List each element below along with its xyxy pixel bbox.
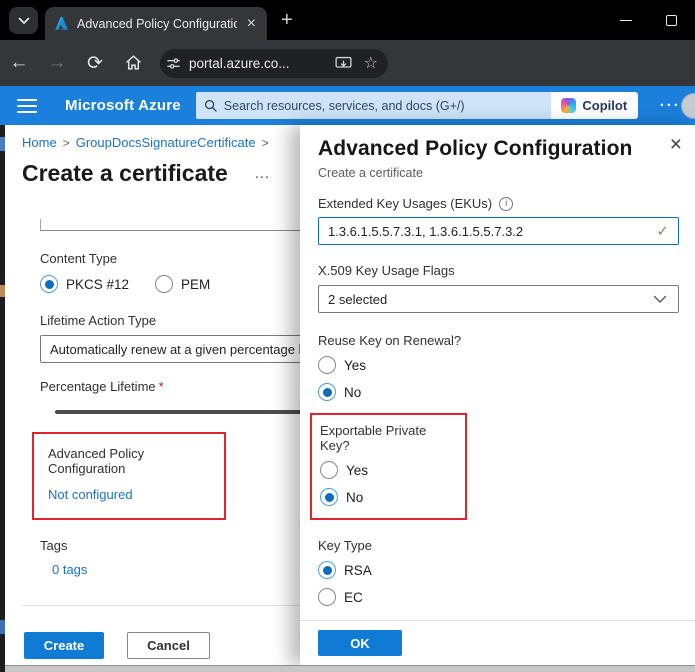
lifetime-action-value: Automatically renew at a given percentag… [50, 342, 301, 357]
radio-icon[interactable] [155, 275, 173, 293]
radio-icon[interactable] [318, 588, 336, 606]
key-usage-dropdown[interactable]: 2 selected [318, 285, 679, 313]
cancel-button[interactable]: Cancel [127, 632, 210, 659]
radio-option-exportable-yes[interactable]: Yes [320, 461, 457, 479]
copilot-button[interactable]: Copilot [551, 92, 638, 119]
radio-label: Yes [344, 358, 366, 373]
header-more-icon[interactable]: ··· [660, 97, 681, 114]
radio-option-pem[interactable]: PEM [155, 275, 210, 293]
reuse-key-options: Yes No [318, 356, 679, 401]
panel-subtitle: Create a certificate [318, 166, 679, 180]
send-to-device-icon[interactable] [335, 56, 352, 71]
partial-input-field[interactable] [40, 219, 305, 231]
address-bar[interactable]: portal.azure.co... ☆ [160, 49, 388, 78]
radio-option-exportable-no[interactable]: No [320, 488, 457, 506]
panel-title: Advanced Policy Configuration [318, 137, 679, 161]
key-type-label: Key Type [318, 538, 679, 553]
home-icon[interactable] [114, 52, 152, 74]
breadcrumb-separator: > [63, 136, 70, 150]
radio-icon[interactable] [40, 275, 58, 293]
site-settings-icon[interactable] [166, 56, 181, 71]
forward-icon[interactable]: → [38, 52, 76, 74]
radio-option-reuse-no[interactable]: No [318, 383, 679, 401]
radio-icon[interactable] [320, 488, 338, 506]
radio-label: No [344, 385, 361, 400]
panel-footer: OK [300, 620, 695, 665]
panel-close-icon[interactable]: × [670, 135, 682, 155]
exportable-key-options: Yes No [320, 461, 457, 506]
radio-icon[interactable] [318, 561, 336, 579]
breadcrumb-separator: > [262, 136, 269, 150]
advanced-policy-label: Advanced Policy Configuration [48, 446, 214, 476]
page-title: Create a certificate [22, 160, 228, 187]
avatar[interactable] [681, 93, 695, 119]
eku-value: 1.3.6.1.5.5.7.3.1, 1.3.6.1.5.5.7.3.2 [328, 224, 523, 239]
maximize-icon[interactable] [666, 15, 677, 26]
search-placeholder: Search resources, services, and docs (G+… [224, 99, 465, 113]
exportable-key-highlight-box: Exportable Private Key? Yes No [310, 413, 467, 520]
hamburger-menu-icon[interactable] [17, 99, 37, 113]
reload-icon[interactable]: ⟳ [76, 52, 114, 75]
back-icon[interactable]: ← [0, 52, 38, 74]
percentage-lifetime-slider[interactable] [55, 410, 307, 414]
footer-divider [22, 605, 317, 606]
tags-count-link[interactable]: 0 tags [52, 562, 87, 577]
browser-toolbar: ← → ⟳ portal.azure.co... ☆ [0, 40, 695, 86]
eku-label: Extended Key Usages (EKUs) [318, 196, 492, 211]
tab-search-button[interactable] [9, 7, 38, 34]
search-input[interactable]: Search resources, services, and docs (G+… [196, 92, 551, 119]
create-button[interactable]: Create [24, 632, 104, 659]
radio-label: PEM [181, 277, 210, 292]
radio-option-pkcs12[interactable]: PKCS #12 [40, 275, 129, 293]
global-search: Search resources, services, and docs (G+… [196, 92, 638, 119]
browser-tab[interactable]: Advanced Policy Configuration × [45, 7, 267, 40]
chevron-down-icon [653, 295, 667, 304]
url-text[interactable]: portal.azure.co... [189, 56, 327, 71]
radio-label: PKCS #12 [66, 277, 129, 292]
azure-brand: Microsoft Azure [65, 97, 181, 114]
window-bottom-edge [5, 665, 695, 672]
info-icon[interactable]: i [499, 197, 513, 211]
exportable-key-label: Exportable Private Key? [320, 423, 457, 453]
key-type-options: RSA EC [318, 561, 679, 606]
tab-title: Advanced Policy Configuration [77, 17, 237, 31]
reuse-key-label: Reuse Key on Renewal? [318, 333, 679, 348]
window-titlebar: Advanced Policy Configuration × + [0, 0, 695, 40]
eku-input[interactable]: 1.3.6.1.5.5.7.3.1, 1.3.6.1.5.5.7.3.2 ✓ [318, 217, 679, 245]
lifetime-action-select[interactable]: Automatically renew at a given percentag… [40, 335, 310, 363]
page-menu-icon[interactable]: … [254, 165, 271, 183]
copilot-icon [561, 98, 576, 113]
radio-option-reuse-yes[interactable]: Yes [318, 356, 679, 374]
radio-option-ec[interactable]: EC [318, 588, 679, 606]
tab-close-icon[interactable]: × [245, 16, 258, 32]
copilot-label: Copilot [582, 98, 627, 113]
breadcrumb-parent-link[interactable]: GroupDocsSignatureCertificate [76, 135, 256, 150]
radio-label: EC [344, 590, 363, 605]
bookmark-star-icon[interactable]: ☆ [364, 53, 378, 73]
not-configured-link[interactable]: Not configured [48, 487, 133, 502]
browser-window: Advanced Policy Configuration × + ← → ⟳ … [0, 0, 695, 672]
radio-option-rsa[interactable]: RSA [318, 561, 679, 579]
radio-icon[interactable] [320, 461, 338, 479]
key-usage-value: 2 selected [328, 292, 387, 307]
minimize-icon[interactable] [620, 20, 632, 21]
radio-label: No [346, 490, 363, 505]
ok-button[interactable]: OK [318, 630, 402, 656]
search-icon [204, 99, 217, 112]
window-controls [620, 0, 677, 40]
key-usage-label: X.509 Key Usage Flags [318, 263, 679, 278]
advanced-policy-panel: Advanced Policy Configuration × Create a… [300, 125, 695, 665]
required-asterisk: * [159, 379, 164, 394]
breadcrumb-home-link[interactable]: Home [22, 135, 57, 150]
new-tab-icon[interactable]: + [281, 9, 293, 32]
radio-label: Yes [346, 463, 368, 478]
chevron-down-icon [18, 17, 30, 25]
azure-favicon [54, 16, 69, 31]
radio-icon[interactable] [318, 356, 336, 374]
advanced-policy-highlight-box: Advanced Policy Configuration Not config… [32, 432, 226, 520]
azure-portal-header: Microsoft Azure Search resources, servic… [0, 86, 695, 125]
valid-check-icon: ✓ [656, 222, 669, 240]
radio-label: RSA [344, 563, 372, 578]
radio-icon[interactable] [318, 383, 336, 401]
